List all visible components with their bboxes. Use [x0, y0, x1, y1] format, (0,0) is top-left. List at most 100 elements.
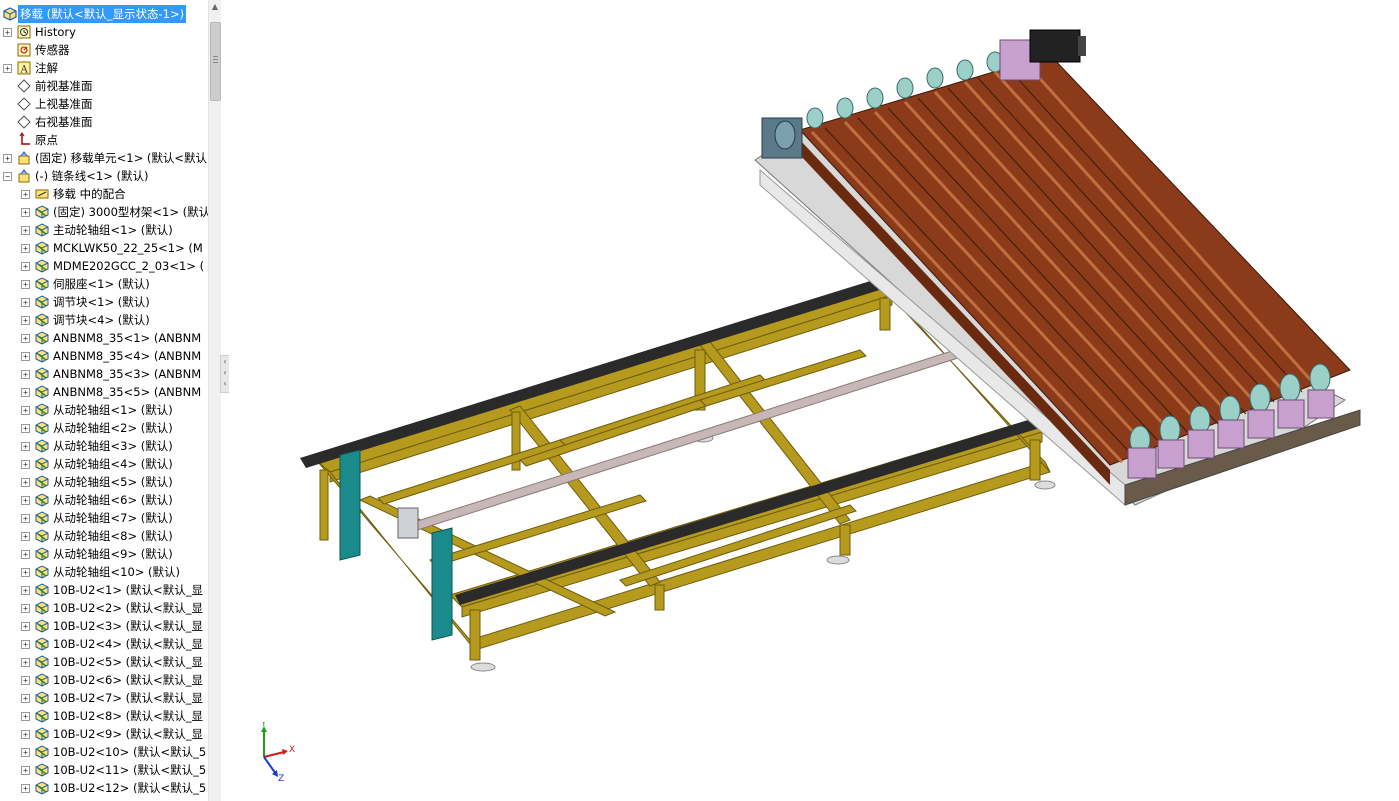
tree-item[interactable]: 主动轮轴组<1> (默认): [0, 221, 208, 239]
expand-toggle-icon[interactable]: [3, 28, 12, 37]
tree-item[interactable]: 10B-U2<3> (默认<默认_显: [0, 617, 208, 635]
tree-item[interactable]: 10B-U2<1> (默认<默认_显: [0, 581, 208, 599]
tree-item[interactable]: 从动轮轴组<2> (默认): [0, 419, 208, 437]
tree-item-label: 10B-U2<6> (默认<默认_显: [53, 673, 204, 687]
expand-toggle-icon[interactable]: [21, 514, 30, 523]
tree-item-label: 10B-U2<4> (默认<默认_显: [53, 637, 204, 651]
tree-item[interactable]: 调节块<4> (默认): [0, 311, 208, 329]
expand-toggle-icon[interactable]: [21, 712, 30, 721]
tree-item[interactable]: MDME202GCC_2_03<1> (: [0, 257, 208, 275]
expand-toggle-icon[interactable]: [21, 208, 30, 217]
tree-item[interactable]: (-) 链条线<1> (默认): [0, 167, 208, 185]
tree-item[interactable]: ANBNM8_35<3> (ANBNM: [0, 365, 208, 383]
expand-toggle-icon[interactable]: [21, 316, 30, 325]
expand-toggle-icon[interactable]: [21, 280, 30, 289]
expand-toggle-icon[interactable]: [21, 262, 30, 271]
tree-item[interactable]: ANBNM8_35<4> (ANBNM: [0, 347, 208, 365]
expand-toggle-icon[interactable]: [21, 442, 30, 451]
scroll-up-arrow-icon[interactable]: ▲: [210, 2, 220, 12]
tree-root[interactable]: 移载 (默认<默认_显示状态-1>): [0, 5, 208, 23]
tree-item[interactable]: 10B-U2<4> (默认<默认_显: [0, 635, 208, 653]
expand-toggle-icon[interactable]: [21, 406, 30, 415]
tree-item[interactable]: 从动轮轴组<10> (默认): [0, 563, 208, 581]
tree-item[interactable]: 右视基准面: [0, 113, 208, 131]
part-icon: [35, 385, 49, 399]
tree-item[interactable]: 10B-U2<2> (默认<默认_显: [0, 599, 208, 617]
tree-item[interactable]: A 注解: [0, 59, 208, 77]
tree-item[interactable]: History: [0, 23, 208, 41]
tree-item[interactable]: 从动轮轴组<6> (默认): [0, 491, 208, 509]
tree-item[interactable]: 从动轮轴组<5> (默认): [0, 473, 208, 491]
tree-item-label: 10B-U2<1> (默认<默认_显: [53, 583, 204, 597]
expand-toggle-icon[interactable]: [21, 658, 30, 667]
tree-item[interactable]: ANBNM8_35<1> (ANBNM: [0, 329, 208, 347]
tree-item[interactable]: 从动轮轴组<4> (默认): [0, 455, 208, 473]
tree-item[interactable]: 从动轮轴组<3> (默认): [0, 437, 208, 455]
tree-item[interactable]: 移载 中的配合: [0, 185, 208, 203]
tree-item[interactable]: 调节块<1> (默认): [0, 293, 208, 311]
expand-toggle-icon[interactable]: [21, 478, 30, 487]
part-icon: [35, 619, 49, 633]
expand-toggle-icon[interactable]: [21, 190, 30, 199]
expand-toggle-icon[interactable]: [3, 154, 12, 163]
expand-toggle-icon[interactable]: [21, 766, 30, 775]
tree-item[interactable]: 传感器: [0, 41, 208, 59]
tree-item-label: 从动轮轴组<5> (默认): [53, 475, 173, 489]
expand-toggle-icon[interactable]: [21, 352, 30, 361]
tree-item[interactable]: 10B-U2<7> (默认<默认_显: [0, 689, 208, 707]
expand-toggle-icon[interactable]: [21, 388, 30, 397]
expand-toggle-icon[interactable]: [21, 424, 30, 433]
tree-item[interactable]: ANBNM8_35<5> (ANBNM: [0, 383, 208, 401]
tree-item[interactable]: 10B-U2<10> (默认<默认_5: [0, 743, 208, 761]
expand-toggle-icon[interactable]: [21, 532, 30, 541]
part-icon: [35, 403, 49, 417]
expand-toggle-icon[interactable]: [21, 784, 30, 793]
expand-toggle-icon[interactable]: [21, 586, 30, 595]
expand-toggle-icon[interactable]: [21, 568, 30, 577]
scrollbar-thumb[interactable]: [210, 22, 221, 101]
tree-item[interactable]: 伺服座<1> (默认): [0, 275, 208, 293]
tree-item[interactable]: 10B-U2<5> (默认<默认_显: [0, 653, 208, 671]
tree-item[interactable]: 10B-U2<6> (默认<默认_显: [0, 671, 208, 689]
tree-item-label: 右视基准面: [35, 115, 93, 129]
tree-item[interactable]: MCKLWK50_22_25<1> (M: [0, 239, 208, 257]
tree-item[interactable]: 从动轮轴组<1> (默认): [0, 401, 208, 419]
tree-item-label: 主动轮轴组<1> (默认): [53, 223, 173, 237]
expand-toggle-icon[interactable]: [21, 334, 30, 343]
expand-toggle-icon[interactable]: [21, 622, 30, 631]
collapse-toggle-icon[interactable]: [3, 172, 12, 181]
expand-toggle-icon[interactable]: [21, 298, 30, 307]
part-icon: [35, 457, 49, 471]
tree-item[interactable]: 上视基准面: [0, 95, 208, 113]
expand-toggle-icon[interactable]: [3, 64, 12, 73]
expand-toggle-icon[interactable]: [21, 748, 30, 757]
tree-item[interactable]: 从动轮轴组<9> (默认): [0, 545, 208, 563]
tree-scrollbar[interactable]: ▲: [208, 0, 221, 801]
expand-toggle-icon[interactable]: [21, 496, 30, 505]
tree-item-label: 10B-U2<5> (默认<默认_显: [53, 655, 204, 669]
expand-toggle-icon[interactable]: [21, 604, 30, 613]
drive-shaft: [397, 349, 959, 539]
tree-item[interactable]: (固定) 3000型材架<1> (默认: [0, 203, 208, 221]
expand-toggle-icon[interactable]: [21, 226, 30, 235]
tree-item[interactable]: 前视基准面: [0, 77, 208, 95]
expand-toggle-icon[interactable]: [21, 694, 30, 703]
tree-item[interactable]: 10B-U2<9> (默认<默认_显: [0, 725, 208, 743]
expand-toggle-icon[interactable]: [21, 244, 30, 253]
plane-icon: [17, 97, 31, 111]
expand-toggle-icon[interactable]: [21, 676, 30, 685]
tree-item[interactable]: 原点: [0, 131, 208, 149]
tree-item[interactable]: 10B-U2<8> (默认<默认_显: [0, 707, 208, 725]
tree-item[interactable]: 从动轮轴组<7> (默认): [0, 509, 208, 527]
tree-item[interactable]: 从动轮轴组<8> (默认): [0, 527, 208, 545]
tree-item[interactable]: 10B-U2<11> (默认<默认_5: [0, 761, 208, 779]
expand-toggle-icon[interactable]: [21, 460, 30, 469]
tree-item[interactable]: (固定) 移载单元<1> (默认<默认: [0, 149, 208, 167]
graphics-viewport[interactable]: [229, 0, 1399, 801]
expand-toggle-icon[interactable]: [21, 730, 30, 739]
expand-toggle-icon[interactable]: [21, 640, 30, 649]
expand-toggle-icon[interactable]: [21, 550, 30, 559]
expand-toggle-icon[interactable]: [21, 370, 30, 379]
part-icon: [35, 475, 49, 489]
tree-item[interactable]: 10B-U2<12> (默认<默认_5: [0, 779, 208, 797]
